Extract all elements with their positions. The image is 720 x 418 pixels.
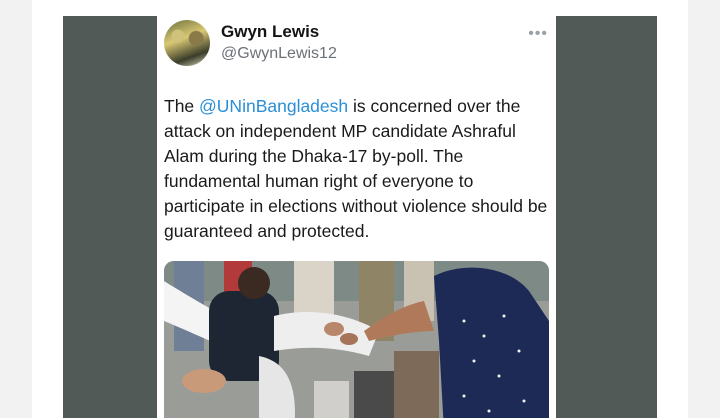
author-handle[interactable]: @GwynLewis12: [221, 45, 337, 63]
avatar[interactable]: [164, 20, 210, 66]
tweet-photo[interactable]: [164, 261, 549, 418]
tweet-text: The @UNinBangladesh is concerned over th…: [164, 94, 549, 244]
photo-illustration: [164, 261, 549, 418]
mention-link[interactable]: @UNinBangladesh: [199, 96, 348, 116]
tweet-text-rest: is concerned over the attack on independ…: [164, 96, 548, 241]
tweet-card[interactable]: Gwyn Lewis @GwynLewis12 ••• The @UNinBan…: [157, 16, 556, 418]
more-horizontal-icon[interactable]: •••: [528, 25, 548, 43]
tweet-text-start: The: [164, 96, 200, 116]
author-name[interactable]: Gwyn Lewis: [221, 22, 319, 42]
